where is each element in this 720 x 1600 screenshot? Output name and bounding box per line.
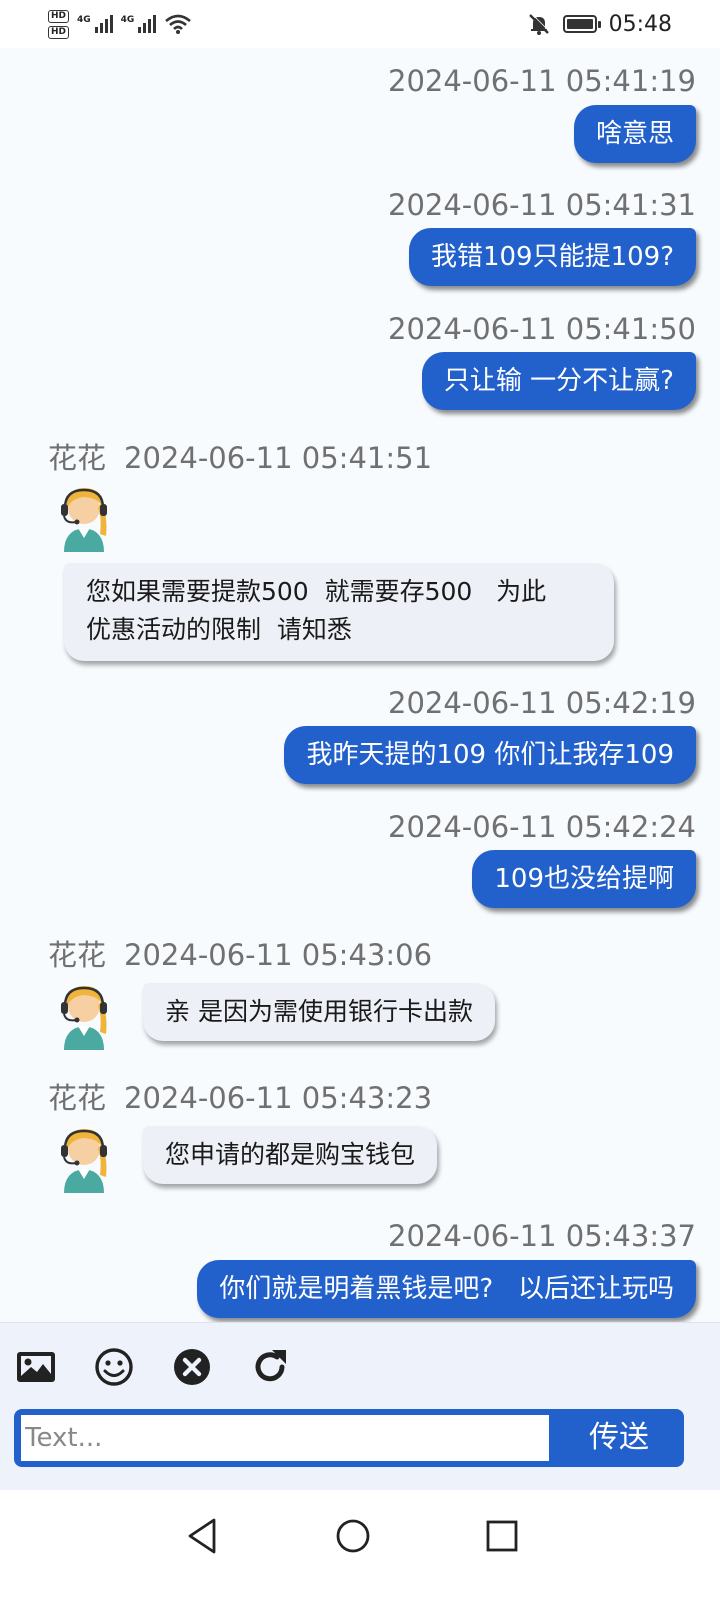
message-timestamp: 2024-06-11 05:43:06 (124, 938, 433, 972)
agent-header: 花花 2024-06-11 05:41:51 (48, 435, 432, 477)
outgoing-message-bubble[interactable]: 你们就是明着黑钱是吧? 以后还让玩吗 (197, 1260, 696, 1318)
outgoing-message-bubble[interactable]: 109也没给提啊 (472, 850, 696, 908)
wifi-icon (165, 14, 192, 34)
message-timestamp: 2024-06-11 05:43:37 (388, 1219, 696, 1253)
clock: 05:48 (608, 11, 672, 37)
hd-badge-2: HD (48, 25, 70, 39)
mute-bell-icon (528, 13, 550, 35)
refresh-icon[interactable] (248, 1345, 292, 1389)
network-type: 4G (120, 15, 135, 25)
outgoing-message-bubble[interactable]: 只让输 一分不让赢? (421, 352, 696, 410)
incoming-message-bubble[interactable]: 亲 是因为需使用银行卡出款 (143, 983, 495, 1041)
incoming-message-bubble[interactable]: 您申请的都是购宝钱包 (143, 1126, 438, 1184)
close-circle-icon[interactable] (170, 1345, 214, 1389)
network-type: 4G (77, 15, 91, 25)
message-timestamp: 2024-06-11 05:42:19 (388, 686, 696, 720)
signal-icon: 4G (77, 15, 113, 33)
status-left: HD HD 4G 4G (48, 9, 192, 39)
message-input-row: 传送 (14, 1409, 684, 1467)
agent-name: 花花 (48, 1081, 107, 1115)
message-input[interactable] (21, 1415, 549, 1461)
message-timestamp: 2024-06-11 05:41:51 (124, 441, 433, 475)
composer: 传送 (0, 1322, 720, 1490)
incoming-message-bubble[interactable]: 您如果需要提款500 就需要存500 为此 优惠活动的限制 请知悉 (64, 563, 614, 661)
message-timestamp: 2024-06-11 05:41:50 (388, 312, 696, 346)
message-timestamp: 2024-06-11 05:41:31 (388, 188, 696, 222)
agent-name: 花花 (48, 938, 107, 972)
message-timestamp: 2024-06-11 05:43:23 (124, 1081, 433, 1115)
recents-icon[interactable] (478, 1512, 526, 1560)
agent-avatar-icon (61, 986, 107, 1050)
status-bar: HD HD 4G 4G 05:48 (0, 0, 720, 48)
image-icon[interactable] (14, 1345, 58, 1389)
hd-icon: HD HD (48, 9, 70, 39)
message-timestamp: 2024-06-11 05:41:19 (388, 64, 696, 98)
outgoing-message-bubble[interactable]: 啥意思 (573, 105, 696, 163)
agent-avatar-icon (61, 488, 107, 552)
agent-header: 花花 2024-06-11 05:43:06 (48, 932, 432, 974)
back-icon[interactable] (178, 1512, 226, 1560)
system-nav-bar (0, 1490, 720, 1600)
agent-header: 花花 2024-06-11 05:43:23 (48, 1075, 432, 1117)
chat-messages[interactable]: 2024-06-11 05:41:19 啥意思 2024-06-11 05:41… (0, 48, 720, 1322)
send-button[interactable]: 传送 (554, 1409, 684, 1467)
outgoing-message-bubble[interactable]: 我错109只能提109? (408, 228, 696, 286)
message-line: 优惠活动的限制 请知悉 (86, 615, 352, 644)
agent-name: 花花 (48, 441, 107, 475)
battery-icon (562, 15, 601, 33)
agent-avatar-icon (61, 1129, 107, 1193)
message-line: 您如果需要提款500 就需要存500 为此 (86, 577, 547, 606)
message-timestamp: 2024-06-11 05:42:24 (388, 810, 696, 844)
outgoing-message-bubble[interactable]: 我昨天提的109 你们让我存109 (284, 726, 696, 784)
hd-badge-1: HD (48, 9, 70, 23)
home-icon[interactable] (329, 1512, 377, 1560)
emoji-icon[interactable] (92, 1345, 136, 1389)
signal-icon: 4G (121, 15, 157, 33)
status-right: 05:48 (527, 12, 672, 37)
